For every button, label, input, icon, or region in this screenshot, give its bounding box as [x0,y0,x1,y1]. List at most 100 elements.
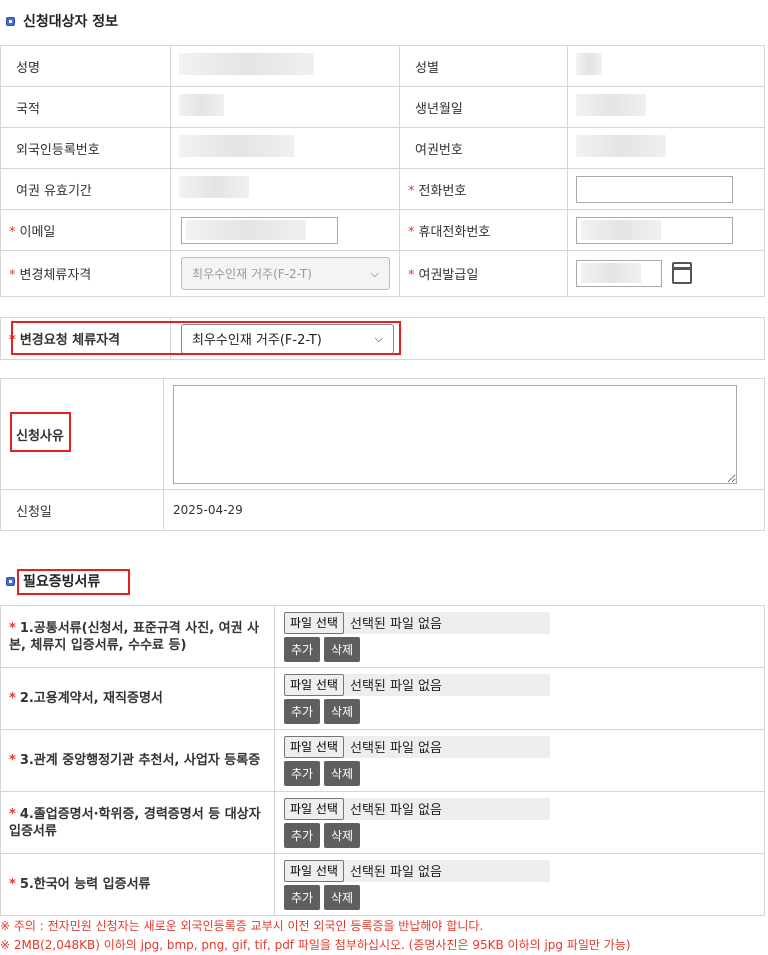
highlight-box-reason [10,412,71,452]
required-mark: * [9,877,16,892]
document-upload-cell: 파일 선택 선택된 파일 없음 추가 삭제 [274,667,765,730]
delete-button[interactable]: 삭제 [324,822,360,848]
document-label: * 5.한국어 능력 입증서류 [0,853,275,916]
change-status-select-value: 최우수인재 거주(F-2-T) [192,267,312,281]
reason-textarea[interactable] [173,384,737,484]
file-name-display: 선택된 파일 없음 [343,611,550,634]
chevron-down-icon: ⌵ [370,266,379,280]
document-label-text: 1.공통서류(신청서, 표준규격 사진, 여권 사본, 체류지 입증서류, 수수… [9,620,260,653]
gender-label: 성별 [399,45,568,87]
name-label: 성명 [0,45,171,87]
mobile-label-text: 휴대전화번호 [418,224,491,240]
email-input[interactable] [181,216,338,244]
phone-cell [567,168,765,210]
email-label-text: 이메일 [19,224,56,240]
required-mark: * [408,268,415,283]
applicant-section-title-text: 신청대상자 정보 [23,14,119,30]
document-label: * 1.공통서류(신청서, 표준규격 사진, 여권 사본, 체류지 입증서류, 수… [0,605,275,668]
required-mark: * [9,806,16,822]
phone-label: * 전화번호 [399,168,568,210]
birthdate-label: 생년월일 [399,86,568,128]
apply-date-value: 2025-04-29 [163,489,765,531]
document-upload-cell: 파일 선택 선택된 파일 없음 추가 삭제 [274,729,765,792]
document-upload-cell: 파일 선택 선택된 파일 없음 추가 삭제 [274,791,765,854]
required-mark: * [9,268,16,283]
delete-button[interactable]: 삭제 [324,636,360,662]
required-mark: * [408,224,415,240]
document-label-text: 4.졸업증명서·학위증, 경력증명서 등 대상자 입증서류 [9,806,261,839]
apply-date-label: 신청일 [0,489,164,531]
mobile-label: * 휴대전화번호 [399,209,568,251]
alien-reg-label: 외국인등록번호 [0,127,171,169]
nationality-label: 국적 [0,86,171,128]
document-row: * 5.한국어 능력 입증서류 파일 선택 선택된 파일 없음 추가 삭제 [0,853,765,916]
file-select-button[interactable]: 파일 선택 [284,735,344,758]
applicant-info-table: 성명 성별 국적 생년월일 외국인등록번호 여권번호 여권 유효기간 * 전화번호… [0,45,765,297]
add-button[interactable]: 추가 [284,698,320,724]
document-row: * 1.공통서류(신청서, 표준규격 사진, 여권 사본, 체류지 입증서류, 수… [0,605,765,668]
mobile-input[interactable] [576,216,733,244]
add-button[interactable]: 추가 [284,636,320,662]
passport-expiry-label: 여권 유효기간 [0,168,171,210]
passport-no-value [567,127,765,169]
required-mark: * [9,753,16,768]
reason-table: 신청사유 신청일 2025-04-29 [0,378,765,531]
file-select-button[interactable]: 파일 선택 [284,673,344,696]
document-label: * 4.졸업증명서·학위증, 경력증명서 등 대상자 입증서류 [0,791,275,854]
section-bullet-icon [6,16,15,26]
passport-no-label: 여권번호 [399,127,568,169]
calendar-icon[interactable] [672,262,692,284]
applicant-section-title: 신청대상자 정보 [6,11,118,31]
document-label-text: 5.한국어 능력 입증서류 [19,877,151,892]
required-mark: * [408,183,415,199]
delete-button[interactable]: 삭제 [324,760,360,786]
documents-table: * 1.공통서류(신청서, 표준규격 사진, 여권 사본, 체류지 입증서류, 수… [0,605,765,916]
file-select-button[interactable]: 파일 선택 [284,859,344,882]
document-label-text: 2.고용계약서, 재직증명서 [19,691,163,706]
phone-label-text: 전화번호 [418,183,467,199]
document-row: * 4.졸업증명서·학위증, 경력증명서 등 대상자 입증서류 파일 선택 선택된 … [0,791,765,854]
add-button[interactable]: 추가 [284,760,320,786]
birthdate-value [567,86,765,128]
passport-issue-label: * 여권발급일 [399,250,568,297]
required-mark: * [9,620,16,636]
highlight-box-request-status [11,321,401,355]
file-select-button[interactable]: 파일 선택 [284,611,344,634]
passport-issue-cell [567,250,765,297]
reason-cell [163,378,765,490]
required-mark: * [9,691,16,706]
file-select-button[interactable]: 파일 선택 [284,797,344,820]
passport-expiry-value [170,168,400,210]
phone-input[interactable] [576,175,733,203]
nationality-value [170,86,400,128]
email-label: * 이메일 [0,209,171,251]
delete-button[interactable]: 삭제 [324,884,360,910]
email-cell [170,209,400,251]
change-status-label-text: 변경체류자격 [19,268,92,283]
document-row: * 2.고용계약서, 재직증명서 파일 선택 선택된 파일 없음 추가 삭제 [0,667,765,730]
add-button[interactable]: 추가 [284,822,320,848]
notice-file-size: ※ 2MB(2,048KB) 이하의 jpg, bmp, png, gif, t… [0,938,631,952]
document-label: * 3.관계 중앙행정기관 추천서, 사업자 등록증 [0,729,275,792]
add-button[interactable]: 추가 [284,884,320,910]
highlight-box-documents [17,569,130,595]
section-bullet-icon [6,576,15,586]
file-name-display: 선택된 파일 없음 [343,797,550,820]
mobile-cell [567,209,765,251]
document-upload-cell: 파일 선택 선택된 파일 없음 추가 삭제 [274,605,765,668]
file-name-display: 선택된 파일 없음 [343,859,550,882]
gender-value [567,45,765,87]
file-name-display: 선택된 파일 없음 [343,673,550,696]
required-mark: * [9,224,16,240]
delete-button[interactable]: 삭제 [324,698,360,724]
document-upload-cell: 파일 선택 선택된 파일 없음 추가 삭제 [274,853,765,916]
passport-issue-input[interactable] [576,260,662,287]
name-value [170,45,400,87]
document-label: * 2.고용계약서, 재직증명서 [0,667,275,730]
change-status-label: * 변경체류자격 [0,250,171,297]
file-name-display: 선택된 파일 없음 [343,735,550,758]
alien-reg-value [170,127,400,169]
passport-issue-label-text: 여권발급일 [418,268,479,283]
document-row: * 3.관계 중앙행정기관 추천서, 사업자 등록증 파일 선택 선택된 파일 없음… [0,729,765,792]
notice-return-card: ※ 주의 : 전자민원 신청자는 새로운 외국인등록증 교부시 이전 외국인 등… [0,919,484,933]
